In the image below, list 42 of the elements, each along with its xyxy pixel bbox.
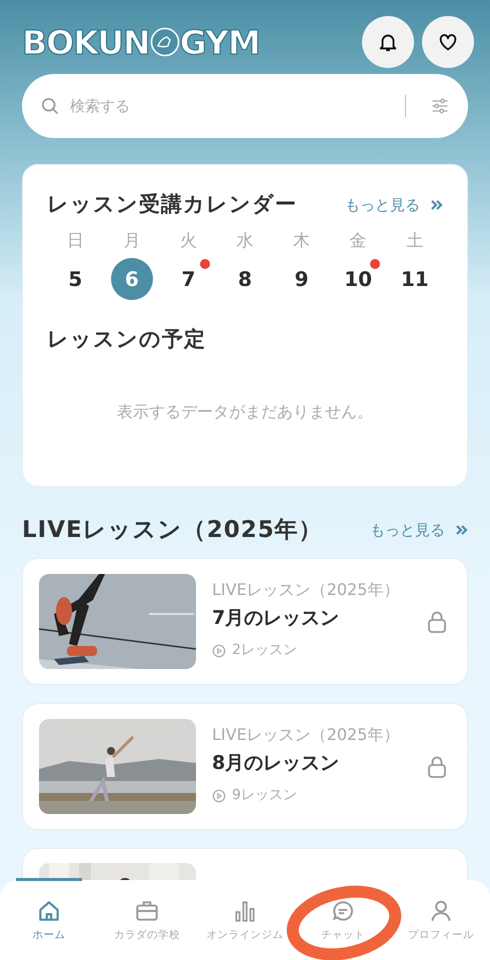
date-number[interactable]: 6	[110, 258, 153, 300]
lesson-count: 2レッスン	[232, 641, 297, 660]
logo-text: BOKUN	[22, 26, 150, 58]
lesson-title: 8月のレッスン	[212, 750, 340, 776]
section-title: レッスン受講カレンダー	[47, 191, 297, 218]
date-number[interactable]: 9	[280, 258, 323, 300]
lesson-card[interactable]: LIVEレッスン（2025年） 7月のレッスン 2レッスン	[22, 558, 468, 684]
section-title: レッスンの予定	[47, 326, 207, 353]
play-circle-icon	[212, 788, 226, 802]
more-link[interactable]: もっと見る	[345, 194, 443, 216]
weekday-label: 月	[122, 230, 142, 252]
play-circle-icon	[212, 644, 226, 658]
filter-sliders-icon	[430, 96, 450, 116]
weekday-label: 水	[236, 230, 255, 252]
search-bar[interactable]: 検索する	[22, 74, 468, 138]
logo-mark-icon	[150, 27, 180, 57]
date-number[interactable]: 8	[224, 258, 266, 300]
weekday-label: 火	[178, 230, 198, 252]
double-chevron-icon	[430, 198, 443, 211]
search-field[interactable]: 検索する	[68, 94, 397, 118]
weekday-label: 金	[348, 230, 368, 252]
weekday-label: 木	[292, 230, 312, 252]
lesson-count: 9レッスン	[232, 786, 297, 805]
logo-text: GYM	[180, 26, 260, 58]
weekday-label: 土	[405, 230, 424, 252]
lesson-card[interactable]: LIVEレッスン（2025年） 8月のレッスン 9レッスン	[22, 702, 468, 830]
date-number[interactable]: 5	[54, 258, 96, 300]
search-icon	[40, 96, 60, 116]
weekday-label: 日	[66, 230, 85, 252]
date-number[interactable]: 7	[167, 258, 210, 300]
favorite-button[interactable]	[422, 16, 474, 68]
category-label: LIVEレッスン（2025年）	[212, 578, 400, 600]
empty-message: 表示するデータがまだありません。	[116, 400, 374, 422]
category-label: LIVEレッスン（2025年）	[212, 724, 400, 746]
section-title: LIVEレッスン（2025年）	[22, 516, 323, 545]
double-chevron-icon	[455, 524, 468, 536]
date-number[interactable]: 10	[337, 258, 380, 300]
notification-button[interactable]	[362, 16, 414, 68]
nav-tab[interactable]: ホーム	[0, 898, 98, 960]
lesson-title: 7月のレッスン	[212, 606, 340, 630]
heart-icon	[437, 31, 459, 53]
date-number[interactable]: 11	[394, 258, 436, 300]
